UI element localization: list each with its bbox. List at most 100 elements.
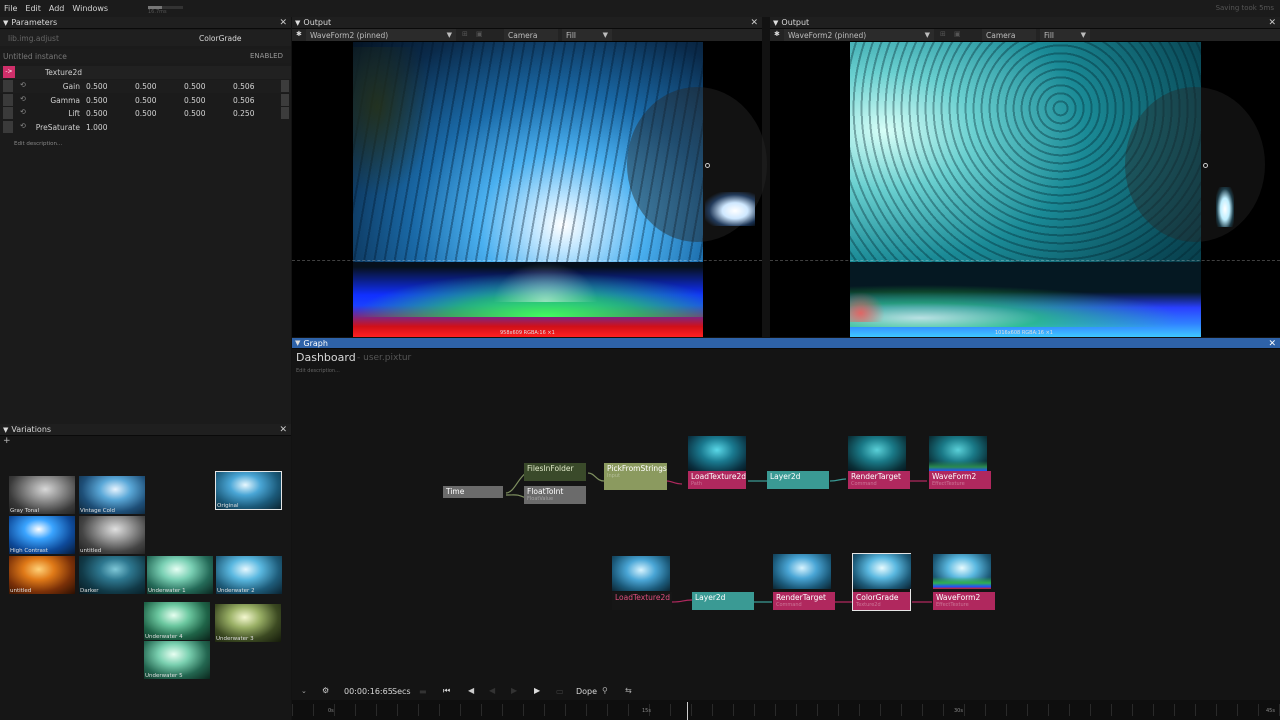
variation-thumb-selected[interactable]: Original bbox=[215, 471, 282, 510]
step-back-icon[interactable]: ◀ bbox=[468, 686, 474, 695]
dope-sheet-toggle[interactable]: Dope bbox=[576, 687, 597, 696]
close-icon[interactable]: ✕ bbox=[279, 18, 287, 28]
pivot-handle[interactable] bbox=[705, 163, 710, 168]
gamma-w[interactable]: 0.506 bbox=[233, 96, 254, 105]
menu-windows[interactable]: Windows bbox=[68, 4, 112, 13]
time-display[interactable]: 00:00:16:65 bbox=[344, 687, 393, 696]
variation-thumb[interactable]: Underwater 1 bbox=[147, 556, 213, 594]
variations-header: ▼ Variations ✕ bbox=[0, 424, 291, 436]
view-selector[interactable]: WaveForm2 (pinned) ▼ bbox=[306, 29, 456, 41]
keyframe-icon[interactable]: ⚲ bbox=[602, 686, 608, 695]
node-float-to-int[interactable]: FloatToInt FloatValue bbox=[524, 486, 586, 504]
gamma-x[interactable]: 0.500 bbox=[86, 96, 107, 105]
play-icon[interactable]: ▶ bbox=[511, 686, 517, 695]
node-time[interactable]: Time bbox=[443, 486, 503, 498]
lift-w[interactable]: 0.250 bbox=[233, 109, 254, 118]
gain-z[interactable]: 0.500 bbox=[184, 82, 205, 91]
variation-thumb[interactable]: Underwater 2 bbox=[216, 556, 282, 594]
variation-thumb[interactable]: untitled bbox=[9, 556, 75, 594]
menu-add[interactable]: Add bbox=[45, 4, 69, 13]
fill-selector[interactable]: Fill ▼ bbox=[562, 29, 612, 41]
timeline-mode-icon[interactable]: ▭ bbox=[556, 687, 564, 696]
lift-color-swatch[interactable] bbox=[281, 107, 289, 119]
gear-icon[interactable]: ⚙ bbox=[322, 686, 329, 695]
parameters-title: Parameters bbox=[11, 18, 58, 27]
pin-icon[interactable]: ✱ bbox=[296, 30, 302, 38]
frame-icon[interactable]: ▣ bbox=[954, 30, 961, 38]
variation-thumb[interactable]: Vintage Cold bbox=[79, 476, 145, 514]
menu-edit[interactable]: Edit bbox=[21, 4, 45, 13]
close-icon[interactable]: ✕ bbox=[279, 425, 287, 435]
playhead[interactable] bbox=[687, 702, 688, 720]
view-selector[interactable]: WaveForm2 (pinned) ▼ bbox=[784, 29, 934, 41]
add-variation-button[interactable]: + bbox=[3, 436, 11, 446]
lift-connector[interactable] bbox=[3, 107, 13, 119]
variation-thumb[interactable]: High Contrast bbox=[9, 516, 75, 554]
fill-selector[interactable]: Fill ▼ bbox=[1040, 29, 1090, 41]
collapse-icon[interactable]: ▼ bbox=[3, 426, 8, 434]
loop-icon[interactable]: ▬ bbox=[419, 687, 427, 696]
reset-icon[interactable]: ⟲ bbox=[20, 95, 26, 103]
variation-thumb[interactable]: Underwater 5 bbox=[144, 641, 210, 679]
presaturate-value[interactable]: 1.000 bbox=[86, 123, 107, 132]
gamma-z[interactable]: 0.500 bbox=[184, 96, 205, 105]
node-load-texture-a[interactable]: LoadTexture2d Path bbox=[688, 471, 746, 489]
enabled-toggle[interactable]: ENABLED bbox=[250, 52, 283, 60]
close-icon[interactable]: ✕ bbox=[750, 18, 758, 28]
time-unit[interactable]: Secs bbox=[392, 687, 411, 696]
camera-selector[interactable]: Camera bbox=[504, 29, 558, 41]
node-pick-from-strings[interactable]: PickFromStrings Input bbox=[604, 463, 667, 490]
node-color-grade[interactable]: ColorGrade Texture2d bbox=[853, 592, 910, 610]
node-layer-a[interactable]: Layer2d bbox=[767, 471, 829, 489]
node-load-texture-b[interactable]: LoadTexture2d bbox=[612, 592, 672, 610]
reset-icon[interactable]: ⟲ bbox=[20, 108, 26, 116]
menu-bar: File Edit Add Windows 16.7ms Saving took… bbox=[0, 0, 1280, 17]
node-waveform-b[interactable]: WaveForm2 EffectTexture bbox=[933, 592, 995, 610]
variation-thumb[interactable]: untitled bbox=[79, 516, 145, 554]
collapse-icon[interactable]: ▼ bbox=[3, 19, 8, 27]
node-files-in-folder[interactable]: FilesInFolder bbox=[524, 463, 586, 481]
symbol-name[interactable]: ColorGrade bbox=[199, 34, 241, 43]
variation-thumb[interactable]: Darker bbox=[79, 556, 145, 594]
collapse-icon[interactable]: ▼ bbox=[773, 19, 778, 27]
jump-start-icon[interactable]: ⏮ bbox=[443, 686, 450, 696]
gamma-y[interactable]: 0.500 bbox=[135, 96, 156, 105]
node-layer-b[interactable]: Layer2d bbox=[692, 592, 754, 610]
variation-thumb[interactable]: Underwater 4 bbox=[144, 602, 210, 640]
frame-icon[interactable]: ▣ bbox=[476, 30, 483, 38]
menu-file[interactable]: File bbox=[0, 4, 21, 13]
edit-description-link[interactable]: Edit description... bbox=[14, 141, 62, 147]
node-render-target-b[interactable]: RenderTarget Command bbox=[773, 592, 835, 610]
play-back-icon[interactable]: ◀ bbox=[489, 686, 495, 695]
chevron-down-icon[interactable]: ⌄ bbox=[301, 687, 307, 695]
lift-y[interactable]: 0.500 bbox=[135, 109, 156, 118]
presaturate-connector[interactable] bbox=[3, 121, 13, 133]
gain-color-swatch[interactable] bbox=[281, 80, 289, 92]
reset-icon[interactable]: ⟲ bbox=[20, 81, 26, 89]
gain-w[interactable]: 0.506 bbox=[233, 82, 254, 91]
gamma-connector[interactable] bbox=[3, 94, 13, 106]
close-icon[interactable]: ✕ bbox=[1268, 18, 1276, 28]
fit-icon[interactable]: ⊞ bbox=[462, 30, 468, 38]
fit-icon[interactable]: ⊞ bbox=[940, 30, 946, 38]
pin-icon[interactable]: ✱ bbox=[774, 30, 780, 38]
instance-name[interactable]: Untitled instance bbox=[3, 52, 67, 61]
node-preview-thumbnail bbox=[933, 554, 991, 589]
gain-x[interactable]: 0.500 bbox=[86, 82, 107, 91]
variation-thumb[interactable]: Gray Tonal bbox=[9, 476, 75, 514]
input-connector-badge[interactable]: -> bbox=[3, 66, 15, 78]
gamma-color-swatch[interactable] bbox=[281, 94, 289, 106]
node-render-target-a[interactable]: RenderTarget Command bbox=[848, 471, 910, 489]
gain-connector[interactable] bbox=[3, 80, 13, 92]
snap-icon[interactable]: ⇆ bbox=[625, 686, 632, 695]
step-forward-icon[interactable]: ▶ bbox=[534, 686, 540, 695]
timeline-ruler[interactable]: 0s 15s 30s 45s bbox=[292, 700, 1280, 720]
pivot-handle[interactable] bbox=[1203, 163, 1208, 168]
lift-x[interactable]: 0.500 bbox=[86, 109, 107, 118]
camera-selector[interactable]: Camera bbox=[982, 29, 1036, 41]
collapse-icon[interactable]: ▼ bbox=[295, 19, 300, 27]
variation-thumb[interactable]: Underwater 3 bbox=[215, 604, 281, 642]
gain-y[interactable]: 0.500 bbox=[135, 82, 156, 91]
lift-z[interactable]: 0.500 bbox=[184, 109, 205, 118]
node-waveform-a[interactable]: WaveForm2 EffectTexture bbox=[929, 471, 991, 489]
